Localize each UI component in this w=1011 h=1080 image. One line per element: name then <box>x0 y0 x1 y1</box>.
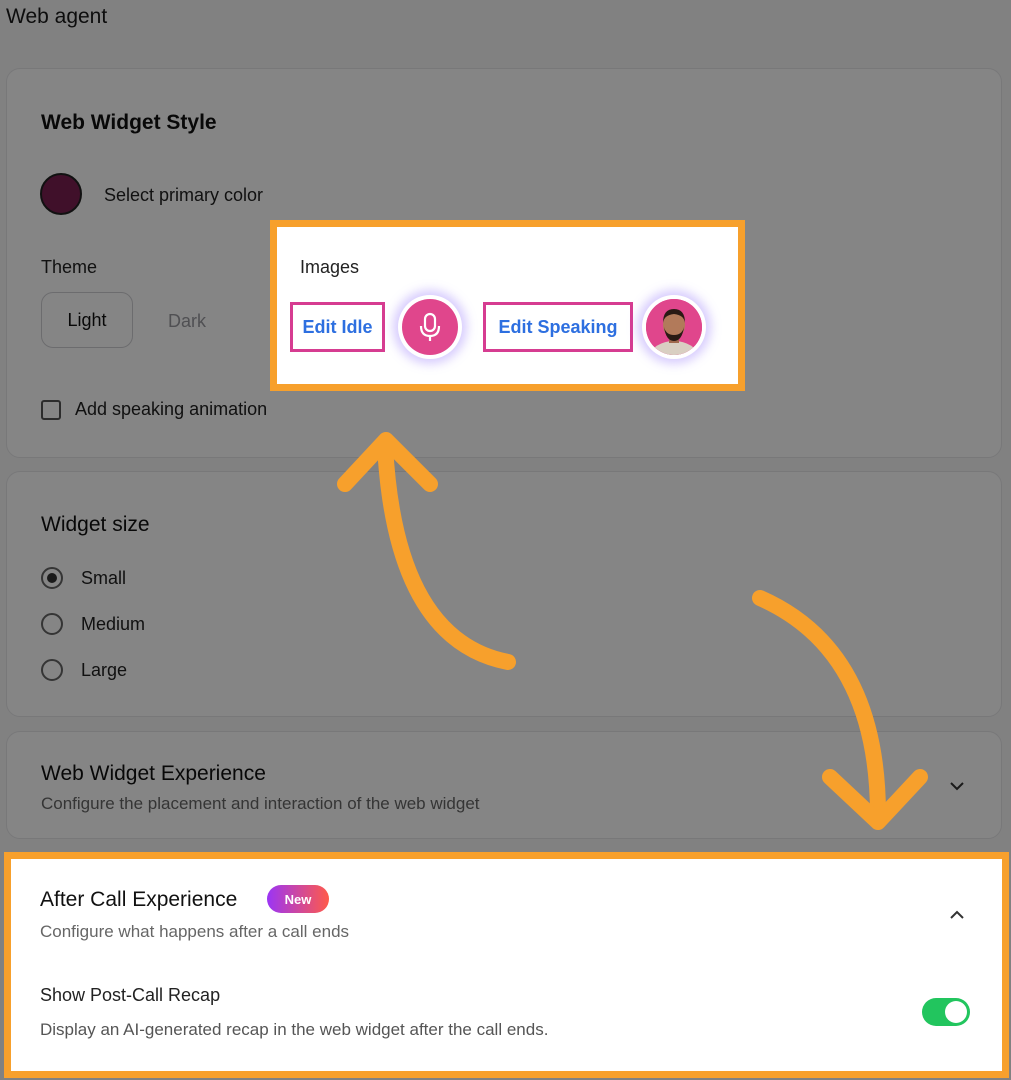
theme-label: Theme <box>41 257 98 277</box>
web-widget-experience-card[interactable]: Web Widget Experience Configure the plac… <box>6 731 1002 839</box>
microphone-icon <box>419 312 441 341</box>
speaking-image[interactable] <box>642 295 706 359</box>
size-label-large: Large <box>81 660 128 680</box>
primary-color-label: Select primary color <box>104 185 264 205</box>
size-radio-medium[interactable] <box>41 613 63 635</box>
recap-description: Display an AI-generated recap in the web… <box>40 1020 549 1039</box>
size-label-medium: Medium <box>81 614 146 634</box>
page-title: Web agent <box>6 5 108 28</box>
after-call-title: After Call Experience <box>40 888 238 911</box>
recap-title: Show Post-Call Recap <box>40 985 221 1005</box>
speaking-animation-label: Add speaking animation <box>75 399 268 419</box>
avatar-photo <box>646 299 702 355</box>
recap-toggle[interactable] <box>922 998 970 1026</box>
edit-idle-button[interactable]: Edit Idle <box>290 302 385 352</box>
images-title: Images <box>300 257 360 277</box>
radio-selected-dot <box>47 573 57 583</box>
widget-size-title: Widget size <box>41 513 150 536</box>
experience-subtitle: Configure the placement and interaction … <box>41 794 480 813</box>
size-radio-large[interactable] <box>41 659 63 681</box>
size-radio-small[interactable] <box>41 567 63 589</box>
new-badge: New <box>267 885 329 913</box>
speaking-animation-checkbox[interactable] <box>41 400 61 420</box>
widget-size-card: Widget size Small Medium Large <box>6 471 1002 717</box>
after-call-subtitle: Configure what happens after a call ends <box>40 922 350 941</box>
theme-dark-button[interactable]: Dark <box>168 311 206 332</box>
primary-color-swatch[interactable] <box>40 173 82 215</box>
size-label-small: Small <box>81 568 127 588</box>
images-callout: Images Edit Idle Edit Speaking <box>270 220 745 391</box>
after-call-experience-card: After Call Experience New Configure what… <box>4 852 1009 1078</box>
toggle-knob <box>945 1001 967 1023</box>
theme-light-button[interactable]: Light <box>41 292 133 348</box>
experience-title: Web Widget Experience <box>41 762 266 785</box>
style-card-title: Web Widget Style <box>41 111 217 134</box>
chevron-down-icon[interactable] <box>947 776 967 796</box>
idle-image[interactable] <box>398 295 462 359</box>
chevron-up-icon[interactable] <box>947 905 967 925</box>
edit-speaking-button[interactable]: Edit Speaking <box>483 302 633 352</box>
